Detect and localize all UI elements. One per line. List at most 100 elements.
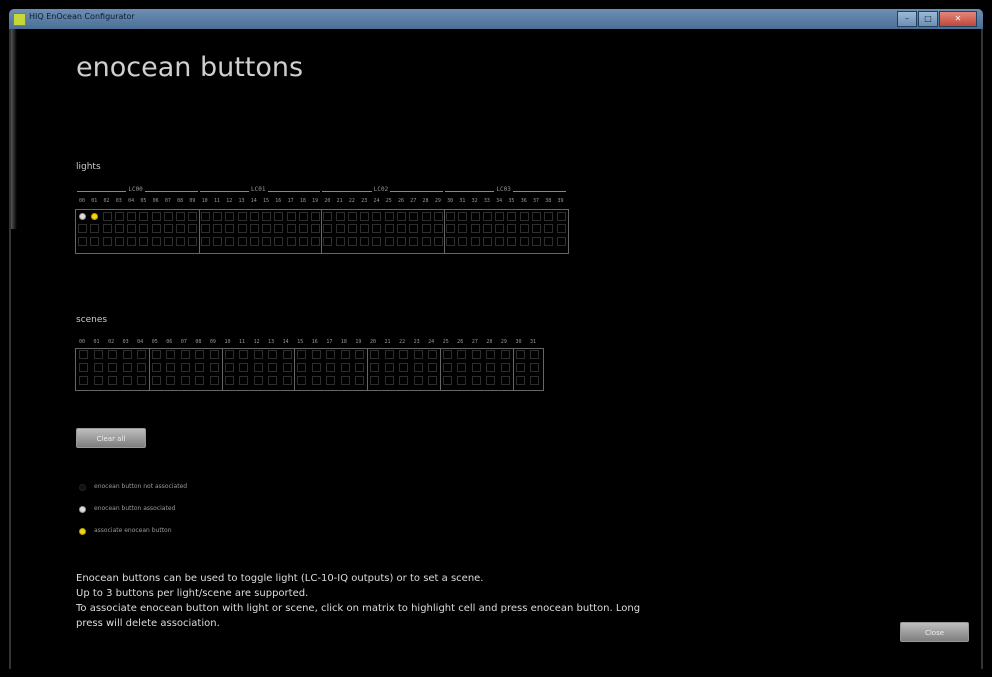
minimize-button[interactable]: – — [897, 11, 917, 27]
lights-cell[interactable] — [286, 212, 296, 221]
lights-cell[interactable] — [212, 224, 222, 234]
scenes-cell[interactable] — [209, 376, 219, 385]
scenes-cell[interactable] — [428, 363, 438, 372]
scenes-cell[interactable] — [471, 363, 481, 372]
lights-cell[interactable] — [335, 236, 345, 246]
lights-cell[interactable] — [409, 212, 419, 221]
lights-cell[interactable] — [335, 224, 345, 234]
scenes-cell[interactable] — [268, 376, 278, 385]
lights-cell[interactable] — [127, 212, 137, 221]
lights-cell[interactable] — [519, 224, 529, 234]
lights-cell[interactable] — [225, 212, 235, 221]
maximize-button[interactable]: □ — [918, 11, 938, 27]
scenes-cell[interactable] — [108, 350, 118, 359]
lights-cell[interactable] — [274, 236, 284, 246]
lights-cell[interactable] — [188, 212, 198, 221]
scenes-cell[interactable] — [268, 350, 278, 359]
lights-cell[interactable] — [556, 224, 566, 234]
lights-cell[interactable] — [519, 236, 529, 246]
scenes-cell[interactable] — [399, 363, 409, 372]
scenes-cell[interactable] — [166, 376, 176, 385]
scenes-cell[interactable] — [530, 363, 540, 372]
lights-cell[interactable] — [470, 236, 480, 246]
lights-cell[interactable] — [139, 236, 149, 246]
lights-cell[interactable] — [286, 224, 296, 234]
lights-cell[interactable] — [495, 224, 505, 234]
lights-cell[interactable] — [249, 224, 259, 234]
scenes-cell[interactable] — [122, 376, 132, 385]
scenes-cell[interactable] — [486, 376, 496, 385]
scenes-cell[interactable] — [282, 363, 292, 372]
scenes-cell[interactable] — [413, 363, 423, 372]
lights-cell[interactable] — [347, 212, 357, 221]
lights-cell[interactable] — [151, 236, 161, 246]
lights-cell[interactable] — [458, 224, 468, 234]
lights-cell[interactable] — [531, 224, 541, 234]
scenes-cell[interactable] — [79, 350, 88, 359]
scenes-cell[interactable] — [137, 363, 147, 372]
lights-cell[interactable] — [78, 224, 87, 234]
lights-cell[interactable] — [360, 224, 370, 234]
scenes-cell[interactable] — [428, 350, 438, 359]
scenes-cell[interactable] — [253, 350, 263, 359]
lights-cell[interactable] — [421, 212, 431, 221]
lights-cell[interactable] — [384, 236, 394, 246]
scenes-cell[interactable] — [108, 363, 118, 372]
lights-cell[interactable] — [114, 224, 124, 234]
lights-cell[interactable] — [335, 212, 345, 221]
scenes-cell[interactable] — [224, 350, 234, 359]
lights-cell[interactable] — [544, 236, 554, 246]
lights-cell[interactable] — [409, 236, 419, 246]
lights-cell[interactable] — [237, 212, 247, 221]
scenes-cell[interactable] — [486, 350, 496, 359]
scenes-cell[interactable] — [239, 363, 249, 372]
lights-cell[interactable] — [482, 212, 492, 221]
lights-cell[interactable] — [176, 224, 186, 234]
lights-cell[interactable] — [482, 236, 492, 246]
lights-cell[interactable] — [519, 212, 529, 221]
scenes-cell[interactable] — [79, 363, 88, 372]
scenes-cell[interactable] — [340, 363, 350, 372]
scenes-cell[interactable] — [471, 376, 481, 385]
lights-cell[interactable] — [298, 212, 308, 221]
lights-cell[interactable] — [90, 236, 100, 246]
scenes-cell[interactable] — [340, 350, 350, 359]
lights-cell[interactable] — [249, 212, 259, 221]
scenes-cell[interactable] — [399, 350, 409, 359]
lights-cell[interactable] — [421, 224, 431, 234]
lights-cell[interactable] — [163, 224, 173, 234]
scenes-cell[interactable] — [297, 350, 307, 359]
scenes-cell[interactable] — [413, 376, 423, 385]
lights-cell[interactable] — [225, 224, 235, 234]
lights-cell[interactable] — [262, 224, 272, 234]
lights-cell[interactable] — [262, 212, 272, 221]
scenes-cell[interactable] — [355, 350, 365, 359]
lights-cell[interactable] — [102, 212, 112, 221]
scenes-cell[interactable] — [370, 363, 379, 372]
scenes-cell[interactable] — [515, 363, 525, 372]
lights-cell[interactable] — [262, 236, 272, 246]
lights-cell[interactable] — [176, 236, 186, 246]
scenes-cell[interactable] — [384, 350, 394, 359]
lights-cell[interactable] — [139, 212, 149, 221]
lights-cell[interactable] — [323, 224, 333, 234]
lights-cell[interactable] — [446, 224, 456, 234]
lights-cell[interactable] — [311, 224, 321, 234]
lights-cell[interactable] — [114, 212, 124, 221]
scenes-cell[interactable] — [442, 350, 452, 359]
scenes-cell[interactable] — [180, 350, 190, 359]
lights-cell[interactable] — [397, 224, 407, 234]
scenes-cell[interactable] — [224, 363, 234, 372]
scenes-cell[interactable] — [282, 376, 292, 385]
scenes-cell[interactable] — [297, 363, 307, 372]
lights-cell[interactable] — [163, 236, 173, 246]
scenes-cell[interactable] — [137, 376, 147, 385]
lights-cell[interactable] — [446, 236, 456, 246]
scenes-cell[interactable] — [282, 350, 292, 359]
lights-cell[interactable] — [531, 236, 541, 246]
lights-cell[interactable] — [409, 224, 419, 234]
scenes-cell[interactable] — [253, 363, 263, 372]
lights-cell[interactable] — [249, 236, 259, 246]
lights-cell[interactable] — [127, 224, 137, 234]
scenes-cell[interactable] — [151, 350, 161, 359]
